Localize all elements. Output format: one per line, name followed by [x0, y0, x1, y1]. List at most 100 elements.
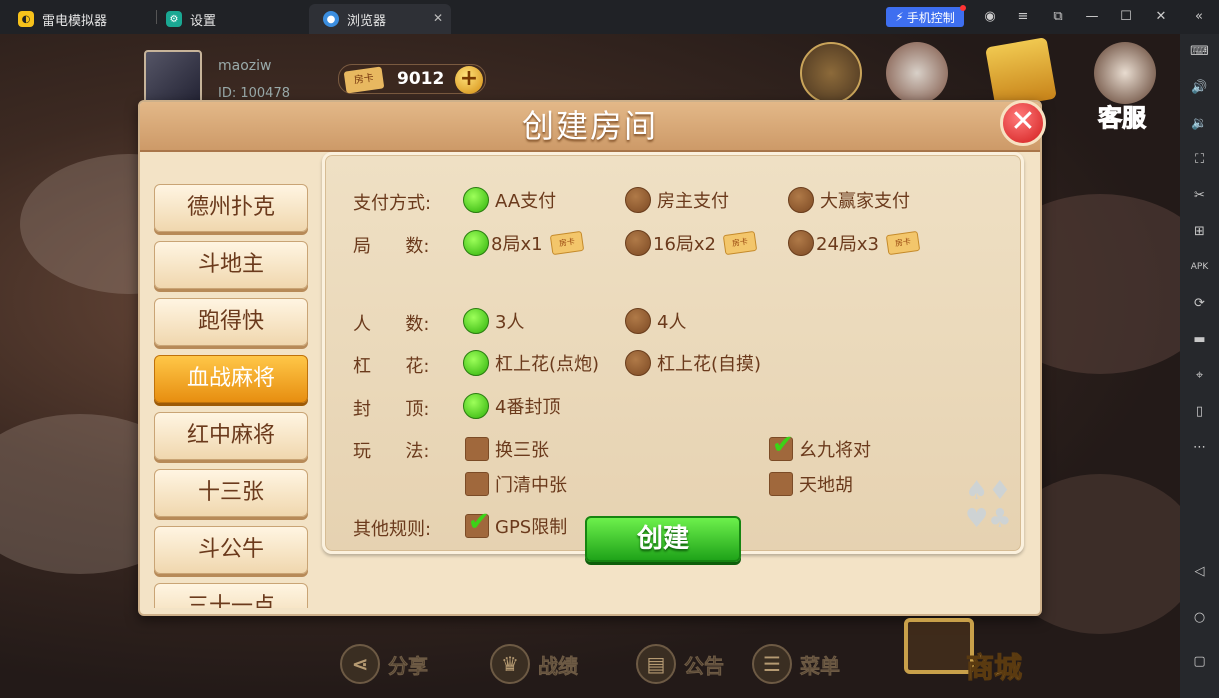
service-avatar-icon[interactable]: [1094, 42, 1156, 104]
user-id: ID: 100478: [218, 86, 290, 101]
gear-icon: ⚙: [166, 11, 182, 27]
notice-icon: ▤: [636, 644, 676, 684]
share-button[interactable]: ⋖ 分享: [340, 644, 428, 684]
game-type-list[interactable]: 德州扑克 斗地主 跑得快 血战麻将 红中麻将 十三张 斗公牛 三十一点: [152, 178, 312, 608]
dialog-title: 创建房间: [521, 107, 658, 145]
scissors-icon[interactable]: ✂: [1190, 186, 1209, 205]
radio-selected: [463, 393, 489, 419]
pay-option-label: 大赢家支付: [820, 191, 910, 212]
pay-option-aa[interactable]: AA支付: [463, 187, 556, 213]
round-option-label: 24局x3: [816, 234, 880, 255]
game-item-dougongniu[interactable]: 斗公牛: [154, 526, 308, 574]
help-book-icon[interactable]: [985, 37, 1057, 109]
menu-button[interactable]: ☰ 菜单: [752, 644, 840, 684]
player-option-3[interactable]: 3人: [463, 308, 524, 334]
game-item-thirty-one[interactable]: 三十一点: [154, 583, 308, 608]
checkbox-unchecked: [465, 472, 489, 496]
tab-app[interactable]: ◐ 雷电模拟器: [4, 4, 107, 34]
account-icon[interactable]: ◉: [981, 8, 999, 26]
tab-close-icon[interactable]: ✕: [433, 11, 443, 25]
location-icon[interactable]: ⌖: [1190, 366, 1209, 385]
plus-icon[interactable]: +: [455, 66, 483, 94]
minimize-icon[interactable]: —: [1083, 8, 1101, 26]
gang-option-zimo[interactable]: 杠上花(自摸): [625, 350, 761, 376]
compass-icon[interactable]: [800, 42, 862, 104]
game-item-hongzhong-mahjong[interactable]: 红中麻将: [154, 412, 308, 460]
back-icon[interactable]: ◁: [1190, 562, 1209, 581]
share-label: 分享: [388, 653, 429, 678]
room-card-balance: 房卡 9012 +: [338, 64, 486, 94]
notice-label: 公告: [684, 653, 725, 678]
shop-cart-icon: [904, 618, 974, 674]
room-card-icon: 房卡: [343, 66, 385, 94]
pay-option-winner[interactable]: 大赢家支付: [788, 187, 910, 213]
keyboard-icon[interactable]: ⌨: [1190, 42, 1209, 61]
game-item-xuezhan-mahjong[interactable]: 血战麻将: [154, 355, 308, 403]
volume-down-icon[interactable]: 🔉: [1190, 114, 1209, 133]
radio-selected: [463, 230, 489, 256]
volume-up-icon[interactable]: 🔊: [1190, 78, 1209, 97]
radio-selected: [463, 350, 489, 376]
window-close-icon[interactable]: ✕: [1152, 8, 1170, 26]
round-option-8[interactable]: 8局x1 房卡: [463, 230, 584, 256]
home-icon[interactable]: ○: [1190, 608, 1209, 627]
pay-option-host[interactable]: 房主支付: [625, 187, 729, 213]
more-icon[interactable]: ⋯: [1190, 438, 1209, 457]
checkbox-unchecked: [769, 472, 793, 496]
app-name: 雷电模拟器: [42, 13, 108, 29]
play-option-swap-three[interactable]: 换三张: [465, 436, 549, 462]
gang-option-label: 杠上花(自摸): [657, 354, 762, 375]
radio-selected: [463, 308, 489, 334]
browser-icon: ●: [323, 11, 339, 27]
radio-unselected: [625, 187, 651, 213]
player-option-label: 4人: [657, 312, 687, 333]
folder-icon[interactable]: ▬: [1190, 330, 1209, 349]
add-app-icon[interactable]: ⊞: [1190, 222, 1209, 241]
close-icon[interactable]: ✕: [1000, 100, 1046, 146]
rotate-icon[interactable]: ⟳: [1190, 294, 1209, 313]
other-option-gps[interactable]: GPS限制: [465, 507, 568, 539]
dialog-header: 创建房间: [140, 102, 1040, 152]
other-option-label: GPS限制: [495, 517, 568, 538]
create-button[interactable]: 创建: [585, 516, 741, 562]
apk-icon[interactable]: APK: [1190, 258, 1209, 277]
players-label: 人 数:: [353, 314, 430, 335]
tab-settings[interactable]: ⚙ 设置: [152, 4, 216, 34]
collapse-sidebar-icon[interactable]: «: [1190, 8, 1208, 26]
record-label: 战绩: [538, 653, 579, 678]
game-item-doudizhu[interactable]: 斗地主: [154, 241, 308, 289]
notification-dot: [960, 5, 966, 11]
cards-gift-icon[interactable]: [886, 42, 948, 104]
popout-icon[interactable]: ⧉: [1049, 8, 1067, 26]
round-option-24[interactable]: 24局x3 房卡: [788, 230, 921, 256]
record-button[interactable]: ♛ 战绩: [490, 644, 578, 684]
shake-icon[interactable]: ▯: [1190, 402, 1209, 421]
player-option-4[interactable]: 4人: [625, 308, 686, 334]
play-option-tiandihu[interactable]: 天地胡: [769, 471, 853, 497]
game-item-texas-holdem[interactable]: 德州扑克: [154, 184, 308, 232]
pay-option-label: 房主支付: [657, 191, 729, 212]
round-option-label: 16局x2: [653, 234, 717, 255]
notice-button[interactable]: ▤ 公告: [636, 644, 724, 684]
fullscreen-icon[interactable]: ⛶: [1190, 150, 1209, 169]
round-option-16[interactable]: 16局x2 房卡: [625, 230, 758, 256]
checkbox-checked: [769, 430, 794, 461]
tab-browser[interactable]: ● 浏览器 ✕: [309, 4, 451, 34]
shop-button[interactable]: 商城: [900, 618, 1030, 688]
hamburger-menu-icon[interactable]: ≡: [1014, 8, 1032, 26]
service-label[interactable]: 客服: [1098, 98, 1147, 133]
maximize-icon[interactable]: ☐: [1117, 8, 1135, 26]
game-screen: maoziw ID: 100478 房卡 9012 + 客服 创建房间 ✕ 德州…: [0, 34, 1180, 698]
other-rules-label: 其他规则:: [353, 519, 432, 540]
game-item-paodekuai[interactable]: 跑得快: [154, 298, 308, 346]
cap-option-4fan[interactable]: 4番封顶: [463, 393, 560, 419]
radio-unselected: [625, 350, 651, 376]
phone-control-button[interactable]: ⚡ 手机控制: [886, 5, 966, 27]
game-item-shisanzhang[interactable]: 十三张: [154, 469, 308, 517]
menu-icon: ☰: [752, 644, 792, 684]
gang-option-dianpao[interactable]: 杠上花(点炮): [463, 350, 599, 376]
recents-icon[interactable]: ▢: [1190, 652, 1209, 671]
room-card-ticket-icon: 房卡: [722, 230, 758, 256]
play-option-menqing[interactable]: 门清中张: [465, 471, 567, 497]
play-option-yaojiu[interactable]: 幺九将对: [769, 430, 871, 462]
